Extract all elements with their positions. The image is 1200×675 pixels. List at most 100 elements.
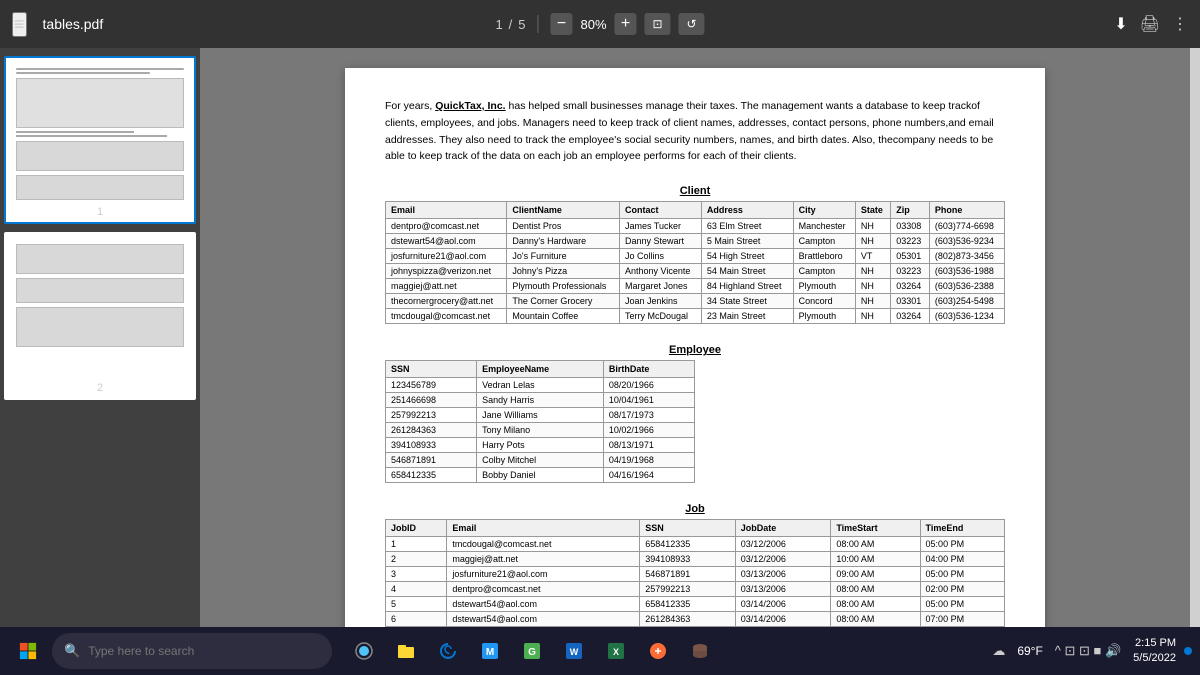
job-col-email: Email xyxy=(447,520,640,537)
search-input[interactable] xyxy=(88,644,320,658)
page-nav: 1 / 5 xyxy=(495,17,525,32)
edge-icon xyxy=(438,641,458,661)
taskbar-app-pinned2[interactable]: G xyxy=(512,631,552,671)
sidebar: 1 2 xyxy=(0,48,200,627)
job-col-id: JobID xyxy=(386,520,447,537)
clock-display[interactable]: 2:15 PM 5/5/2022 xyxy=(1133,636,1176,667)
page-sep: / xyxy=(509,17,513,32)
svg-text:X: X xyxy=(613,647,619,657)
taskbar-app-pinned1[interactable]: M xyxy=(470,631,510,671)
date-display: 5/5/2022 xyxy=(1133,651,1176,666)
table-row: dentpro@comcast.netDentist ProsJames Tuc… xyxy=(386,219,1005,234)
database-icon xyxy=(689,640,711,662)
menu-button[interactable]: ≡ xyxy=(12,12,27,37)
emp-col-name: EmployeeName xyxy=(477,361,604,378)
taskbar-app-excel[interactable]: X xyxy=(596,631,636,671)
time-display: 2:15 PM xyxy=(1133,636,1176,651)
table-row: 546871891Colby Mitchel04/19/1968 xyxy=(386,453,695,468)
brand-name: QuickTax, Inc. xyxy=(435,100,505,112)
client-table-section: Client Email ClientName Contact Address … xyxy=(385,185,1005,324)
page-current: 1 xyxy=(495,17,502,32)
table-row: 1tmcdougal@comcast.net65841233503/12/200… xyxy=(386,537,1005,552)
pinned-app1-icon: M xyxy=(479,640,501,662)
table-row: thecornergrocery@att.netThe Corner Groce… xyxy=(386,294,1005,309)
cortana-icon xyxy=(354,641,374,661)
table-row: 2maggiej@att.net39410893303/12/200610:00… xyxy=(386,552,1005,567)
table-row: maggiej@att.netPlymouth ProfessionalsMar… xyxy=(386,279,1005,294)
zoom-minus-button[interactable]: − xyxy=(551,13,573,35)
temperature-display: 69°F xyxy=(1017,644,1042,658)
taskbar-search-box[interactable]: 🔍 xyxy=(52,633,332,669)
svg-text:M: M xyxy=(486,647,494,658)
rotate-button[interactable]: ↺ xyxy=(679,13,705,35)
table-row: johnyspizza@verizon.netJohny's PizzaAnth… xyxy=(386,264,1005,279)
taskbar-apps: M G W X xyxy=(344,631,720,671)
table-row: 4dentpro@comcast.net25799221303/13/20060… xyxy=(386,582,1005,597)
taskbar-app-db[interactable] xyxy=(680,631,720,671)
zoom-level: 80% xyxy=(581,17,607,32)
start-button[interactable] xyxy=(8,631,48,671)
divider xyxy=(538,15,539,33)
more-options-button[interactable]: ⋮ xyxy=(1172,14,1188,34)
file-explorer-icon xyxy=(396,641,416,661)
client-col-address: Address xyxy=(701,202,793,219)
client-col-email: Email xyxy=(386,202,507,219)
taskbar-right: ☁ 69°F ^ ⊡ ⊡ ■ 🔊 2:15 PM 5/5/2022 2 xyxy=(988,636,1192,667)
excel-icon: X xyxy=(605,640,627,662)
svg-text:G: G xyxy=(528,647,536,658)
taskbar-app-cortana[interactable] xyxy=(344,631,384,671)
notification-badge[interactable]: 2 xyxy=(1184,647,1192,655)
pdf-intro-text: For years, QuickTax, Inc. has helped sma… xyxy=(385,98,1005,165)
toolbar-center: 1 / 5 − 80% + ⊡ ↺ xyxy=(495,13,704,35)
taskbar: 🔍 M xyxy=(0,627,1200,675)
taskbar-app-explorer[interactable] xyxy=(386,631,426,671)
fit-page-button[interactable]: ⊡ xyxy=(645,13,671,35)
main-area: 1 2 For years, QuickTax, Inc. has helped… xyxy=(0,48,1200,627)
thumb-number-1: 1 xyxy=(10,206,190,218)
emp-col-ssn: SSN xyxy=(386,361,477,378)
job-col-timeend: TimeEnd xyxy=(920,520,1004,537)
emp-col-birthdate: BirthDate xyxy=(603,361,694,378)
table-row: tmcdougal@comcast.netMountain CoffeeTerr… xyxy=(386,309,1005,324)
table-row: 123456789Vedran Lelas08/20/1966 xyxy=(386,378,695,393)
download-button[interactable]: ⬇ xyxy=(1114,14,1127,34)
pinned-app2-icon: G xyxy=(521,640,543,662)
employee-table-title: Employee xyxy=(385,344,1005,356)
notification-area[interactable]: ^ ⊡ ⊡ ■ 🔊 xyxy=(1051,641,1125,661)
table-row: 257992213Jane Williams08/17/1973 xyxy=(386,408,695,423)
svg-text:W: W xyxy=(570,647,579,657)
zoom-plus-button[interactable]: + xyxy=(615,13,637,35)
job-table-title: Job xyxy=(385,503,1005,515)
top-bar: ≡ tables.pdf 1 / 5 − 80% + ⊡ ↺ ⬇ 🖨 ⋮ xyxy=(0,0,1200,48)
search-icon: 🔍 xyxy=(64,643,80,659)
cloud-button[interactable]: ☁ xyxy=(988,641,1009,661)
job-table-section: Job JobID Email SSN JobDate TimeStart Ti… xyxy=(385,503,1005,627)
client-col-phone: Phone xyxy=(929,202,1004,219)
thumbnail-2[interactable]: 2 xyxy=(4,232,196,400)
table-row: 251466698Sandy Harris10/04/1961 xyxy=(386,393,695,408)
taskbar-app-game[interactable] xyxy=(638,631,678,671)
windows-logo-icon xyxy=(19,642,37,660)
right-scrollbar[interactable] xyxy=(1190,48,1200,627)
pdf-area[interactable]: For years, QuickTax, Inc. has helped sma… xyxy=(200,48,1190,627)
client-table: Email ClientName Contact Address City St… xyxy=(385,201,1005,324)
client-col-contact: Contact xyxy=(619,202,701,219)
game-icon xyxy=(647,640,669,662)
table-row: 3josfurniture21@aol.com54687189103/13/20… xyxy=(386,567,1005,582)
client-col-clientname: ClientName xyxy=(507,202,620,219)
print-button[interactable]: 🖨 xyxy=(1140,14,1160,34)
table-row: 261284363Tony Milano10/02/1966 xyxy=(386,423,695,438)
toolbar-icons: ⬇ 🖨 ⋮ xyxy=(1114,14,1188,34)
taskbar-app-pinned3[interactable]: W xyxy=(554,631,594,671)
table-row: josfurniture21@aol.comJo's FurnitureJo C… xyxy=(386,249,1005,264)
table-row: 5dstewart54@aol.com65841233503/14/200608… xyxy=(386,597,1005,612)
employee-table: SSN EmployeeName BirthDate 123456789Vedr… xyxy=(385,360,695,483)
client-col-state: State xyxy=(855,202,890,219)
table-row: 6dstewart54@aol.com26128436303/14/200608… xyxy=(386,612,1005,627)
job-col-ssn: SSN xyxy=(640,520,736,537)
job-col-timestart: TimeStart xyxy=(831,520,920,537)
taskbar-app-edge[interactable] xyxy=(428,631,468,671)
thumbnail-1[interactable]: 1 xyxy=(4,56,196,224)
thumb-number-2: 2 xyxy=(10,382,190,394)
table-row: dstewart54@aol.comDanny's HardwareDanny … xyxy=(386,234,1005,249)
